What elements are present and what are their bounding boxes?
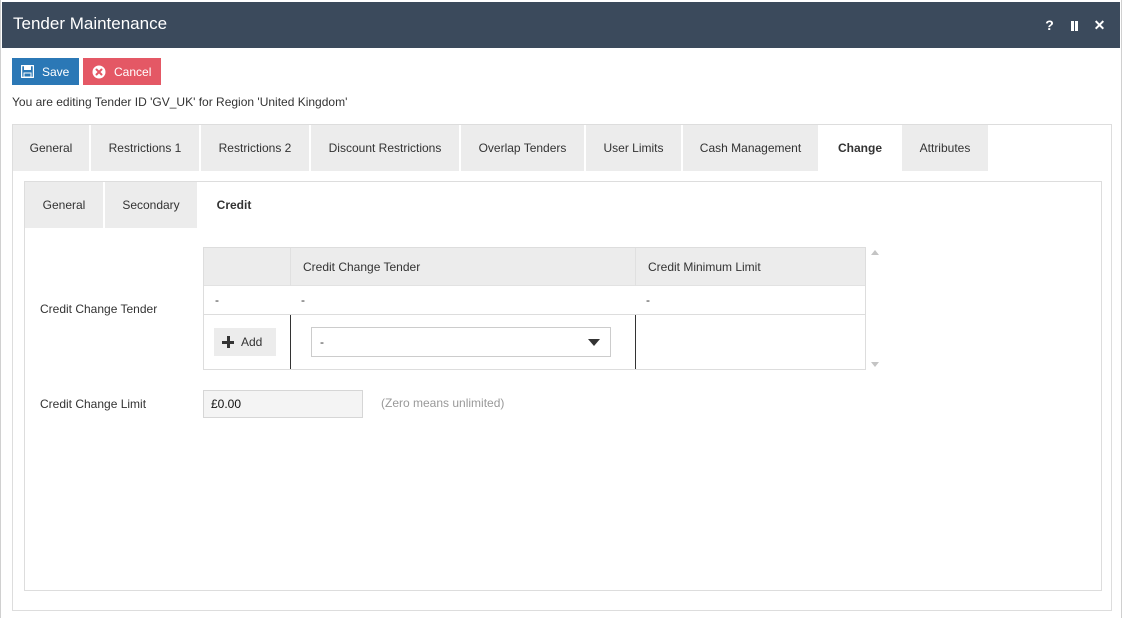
title-bar: Tender Maintenance ? ✕: [2, 2, 1120, 48]
pause-button[interactable]: [1062, 16, 1087, 34]
tab-cash-management[interactable]: Cash Management: [683, 125, 820, 171]
tab-general[interactable]: General: [13, 125, 91, 171]
cancel-label: Cancel: [114, 64, 152, 79]
chevron-down-icon: [588, 339, 600, 346]
editing-message: You are editing Tender ID 'GV_UK' for Re…: [12, 95, 348, 109]
close-button[interactable]: ✕: [1087, 16, 1112, 34]
new-row-tender-cell: -: [291, 315, 635, 369]
credit-change-limit-input[interactable]: [203, 390, 363, 418]
cancel-circle-icon: [92, 65, 106, 79]
grid-header-credit-minimum-limit[interactable]: Credit Minimum Limit: [635, 248, 865, 286]
grid-scrollbar[interactable]: [868, 247, 882, 370]
help-button[interactable]: ?: [1037, 16, 1062, 34]
new-row-action-cell: Add: [204, 315, 290, 369]
grid-divider: [635, 315, 636, 369]
save-button[interactable]: Save: [12, 58, 79, 85]
credit-change-tender-select[interactable]: -: [311, 327, 611, 357]
tab-restrictions-2[interactable]: Restrictions 2: [201, 125, 311, 171]
select-value: -: [320, 335, 324, 349]
credit-change-tender-grid: Credit Change Tender Credit Minimum Limi…: [203, 247, 866, 370]
floppy-disk-icon: [21, 65, 34, 78]
credit-change-tender-label: Credit Change Tender: [40, 302, 158, 316]
grid-header-credit-change-tender[interactable]: Credit Change Tender: [290, 248, 635, 286]
plus-icon: [222, 336, 234, 348]
grid-header: Credit Change Tender Credit Minimum Limi…: [204, 248, 865, 286]
tab-change[interactable]: Change: [820, 125, 902, 171]
sub-tab-bar: General Secondary Credit: [25, 182, 271, 228]
subtab-general[interactable]: General: [25, 182, 105, 228]
credit-change-limit-hint: (Zero means unlimited): [381, 396, 505, 410]
tab-restrictions-1[interactable]: Restrictions 1: [91, 125, 201, 171]
add-label: Add: [241, 335, 263, 349]
tender-tabs-panel: General Restrictions 1 Restrictions 2 Di…: [12, 124, 1112, 611]
grid-header-blank: [204, 248, 290, 286]
toolbar: Save Cancel: [12, 58, 161, 85]
tab-attributes[interactable]: Attributes: [902, 125, 990, 171]
credit-change-limit-label: Credit Change Limit: [40, 397, 147, 411]
scroll-down-icon[interactable]: [871, 362, 879, 367]
row-cell-credit-minimum-limit: -: [646, 293, 650, 307]
grid-divider: [635, 248, 636, 286]
window-controls: ? ✕: [1037, 16, 1112, 34]
add-button[interactable]: Add: [214, 328, 276, 356]
tender-maintenance-window: Tender Maintenance ? ✕ Save Cancel You a…: [0, 0, 1122, 618]
row-cell-credit-change-tender: -: [301, 293, 305, 307]
table-row[interactable]: - - -: [204, 286, 865, 315]
grid-divider: [290, 248, 291, 286]
window-title: Tender Maintenance: [13, 14, 168, 33]
tab-overlap-tenders[interactable]: Overlap Tenders: [461, 125, 586, 171]
scroll-up-icon[interactable]: [871, 250, 879, 255]
cancel-button[interactable]: Cancel: [83, 58, 161, 85]
tab-user-limits[interactable]: User Limits: [586, 125, 683, 171]
subtab-secondary[interactable]: Secondary: [105, 182, 199, 228]
main-tab-bar: General Restrictions 1 Restrictions 2 Di…: [13, 125, 990, 171]
change-tab-content: General Secondary Credit Credit Change T…: [24, 181, 1102, 591]
row-cell-action: -: [215, 293, 219, 307]
subtab-credit[interactable]: Credit: [199, 182, 271, 228]
tab-discount-restrictions[interactable]: Discount Restrictions: [311, 125, 461, 171]
pause-icon: [1070, 21, 1079, 31]
save-label: Save: [42, 64, 70, 79]
